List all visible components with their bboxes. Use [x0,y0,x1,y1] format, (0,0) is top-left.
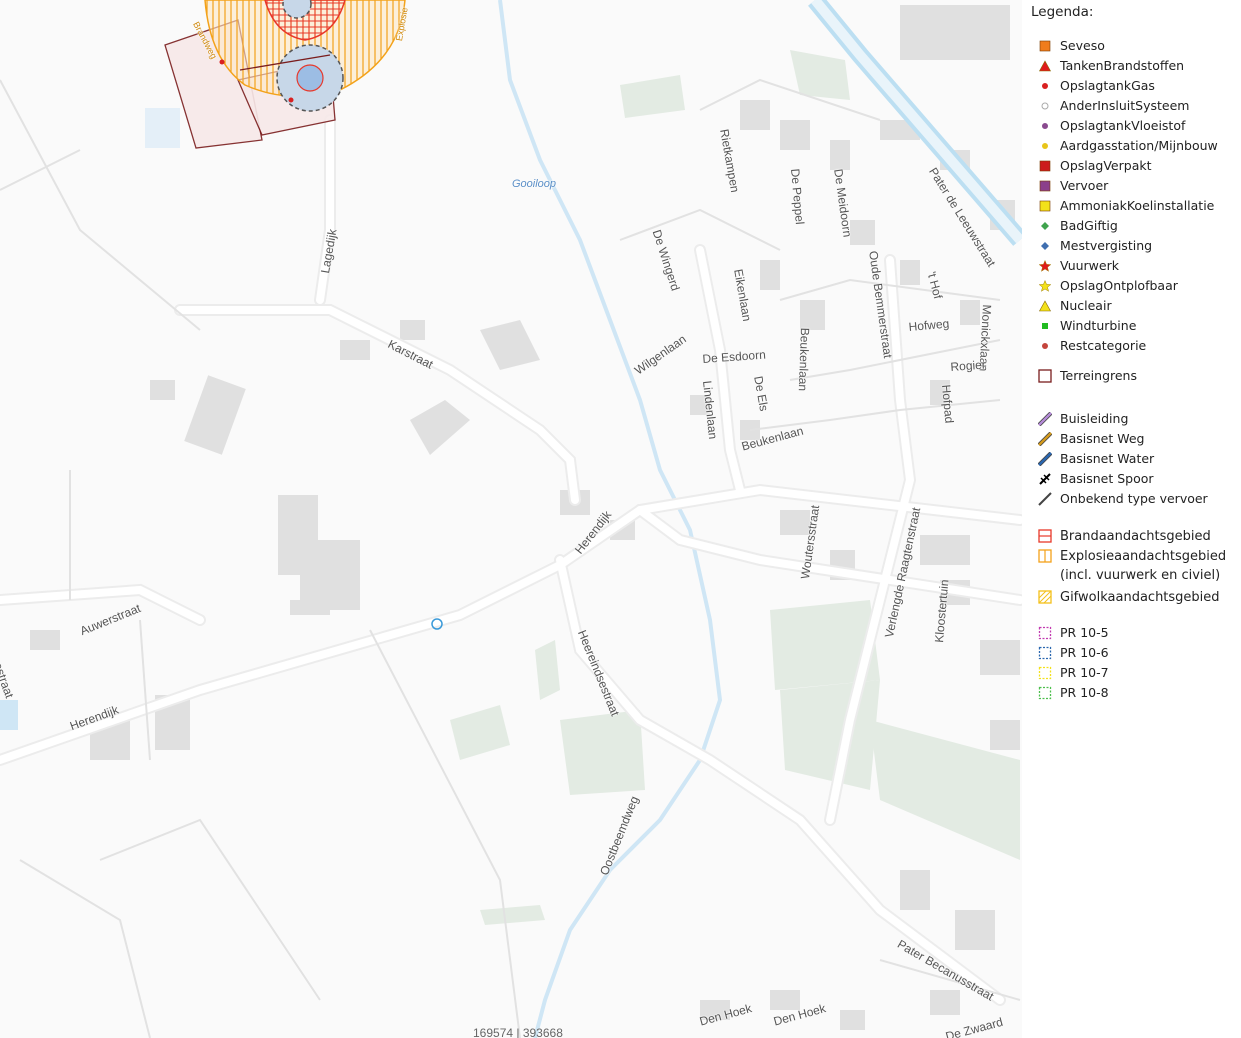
legend-sublabel: (incl. vuurwerk en civiel) [1060,568,1221,583]
legend-item-anderinsluitsysteem: AnderInsluitSysteem [1038,97,1189,115]
legend-item-badgiftig: BadGiftig [1038,217,1118,235]
pond [145,108,180,148]
legend-symbol-terreingrens-icon [1038,369,1052,383]
legend-label: Basisnet Weg [1060,431,1145,446]
legend-symbol-nucleair-icon [1038,299,1052,313]
legend-symbol-mestvergisting-icon [1038,239,1052,253]
legend-label: Windturbine [1060,318,1137,333]
street-label: Rogier [950,357,987,374]
legend-symbol-basisnet-water-icon [1038,452,1052,466]
legend-symbol-restcategorie-icon [1038,339,1052,353]
map-view[interactable]: Lagedijk Karstraat Herendijk Herendijk A… [0,0,1022,1038]
legend-item-vervoer: Vervoer [1038,177,1108,195]
legend-symbol-pr-6-icon [1038,646,1052,660]
legend-item-buisleiding: Buisleiding [1038,410,1128,428]
legend-label: Gifwolkaandachtsgebied [1060,590,1220,605]
legend-symbol-ammoniakkoelinstallatie-icon [1038,199,1052,213]
legend-label: Seveso [1060,38,1105,53]
legend-title: Legenda: [1031,4,1094,20]
legend-item-terreingrens: Terreingrens [1038,367,1137,385]
legend-symbol-basisnet-weg-icon [1038,432,1052,446]
legend-label: OpslagOntplofbaar [1060,278,1178,293]
legend-item-explosieaandachtsgebied: Explosieaandachtsgebied (incl. vuurwerk e… [1038,547,1226,585]
legend-symbol-opslagtankgas-icon [1038,79,1052,93]
legend-item-aardgasstation-mijnbouw: Aardgasstation/Mijnbouw [1038,137,1218,155]
map-base [0,0,1022,1038]
legend-label: Basisnet Water [1060,451,1155,466]
street-label: Beukenlaan [795,327,812,392]
legend-panel: Legenda: Seveso TankenBrandstoffen Opslagt… [1022,0,1241,1038]
legend-symbol-vuurwerk-icon [1038,259,1052,273]
legend-symbol-opslagtankvloeistof-icon [1038,119,1052,133]
legend-symbol-opslagontplofbaar-icon [1038,279,1052,293]
legend-label: AmmoniakKoelinstallatie [1060,198,1215,213]
legend-symbol-buisleiding-icon [1038,412,1052,426]
legend-item-pr-8: PR 10-8 [1038,684,1109,702]
legend-symbol-anderinsluitsysteem-icon [1038,99,1052,113]
legend-symbol-vervoer-icon [1038,179,1052,193]
legend-label: PR 10-8 [1060,685,1109,700]
legend-label: Mestvergisting [1060,238,1153,253]
legend-item-nucleair: Nucleair [1038,297,1112,315]
legend-item-opslagtankgas: OpslagtankGas [1038,77,1155,95]
legend-item-tankenbrandstoffen: TankenBrandstoffen [1038,57,1184,75]
legend-item-opslagtankvloeistof: OpslagtankVloeistof [1038,117,1185,135]
legend-label: Buisleiding [1060,411,1129,426]
legend-symbol-tankenbrandstoffen-icon [1038,59,1052,73]
legend-label: Basisnet Spoor [1060,471,1154,486]
legend-label: BadGiftig [1060,218,1118,233]
legend-label: Vervoer [1060,178,1109,193]
legend-item-seveso: Seveso [1038,37,1105,55]
legend-label: Vuurwerk [1060,258,1119,273]
legend-label: OpslagVerpakt [1060,158,1152,173]
buildings [30,5,1020,1030]
legend-item-pr-7: PR 10-7 [1038,664,1109,682]
legend-label: Terreingrens [1060,368,1137,383]
water-label: Gooiloop [512,178,557,190]
area-0-icon [1038,529,1052,543]
legend-label: PR 10-5 [1060,625,1109,640]
legend-symbol-badgiftig-icon [1038,219,1052,233]
legend-label: OpslagtankGas [1060,78,1155,93]
legend-symbol-pr-7-icon [1038,666,1052,680]
legend-item-basisnet-spoor: Basisnet Spoor [1038,470,1154,488]
legend-label: PR 10-6 [1060,645,1109,660]
legend-item-pr-5: PR 10-5 [1038,624,1109,642]
area-2-icon [1038,590,1052,604]
legend-label: Aardgasstation/Mijnbouw [1060,138,1218,153]
legend-label: Restcategorie [1060,338,1147,353]
legend-symbol-aardgasstation-mijnbouw-icon [1038,139,1052,153]
legend-symbol-pr-5-icon [1038,626,1052,640]
legend-label: Brandaandachtsgebied [1060,529,1211,544]
legend-item-brandaandachtsgebied: Brandaandachtsgebied [1038,527,1211,546]
area-1-icon [1038,549,1052,563]
legend-item-basisnet-weg: Basisnet Weg [1038,430,1144,448]
legend-label: PR 10-7 [1060,665,1109,680]
legend-item-vuurwerk: Vuurwerk [1038,257,1119,275]
legend-symbol-pr-8-icon [1038,686,1052,700]
legend-symbol-basisnet-spoor-icon [1038,472,1052,486]
legend-label: OpslagtankVloeistof [1060,118,1186,133]
legend-label: Explosieaandachtsgebied [1060,549,1227,564]
legend-item-opslagontplofbaar: OpslagOntplofbaar [1038,277,1178,295]
legend-item-windturbine: Windturbine [1038,317,1136,335]
legend-label: Onbekend type vervoer [1060,491,1208,506]
legend-item-gifwolkaandachtsgebied: Gifwolkaandachtsgebied [1038,588,1220,607]
legend-item-basisnet-water: Basisnet Water [1038,450,1154,468]
legend-item-onbekend-type-vervoer: Onbekend type vervoer [1038,490,1208,508]
legend-symbol-windturbine-icon [1038,319,1052,333]
legend-item-mestvergisting: Mestvergisting [1038,237,1152,255]
legend-symbol-seveso-icon [1038,39,1052,53]
legend-label: AnderInsluitSysteem [1060,98,1190,113]
legend-label: TankenBrandstoffen [1060,58,1185,73]
coordinate-readout: 169574 | 393668 [473,1026,563,1038]
legend-item-opslagverpakt: OpslagVerpakt [1038,157,1152,175]
legend-item-restcategorie: Restcategorie [1038,337,1146,355]
legend-label: Nucleair [1060,298,1112,313]
legend-symbol-onbekend-type-vervoer-icon [1038,492,1052,506]
legend-item-ammoniakkoelinstallatie: AmmoniakKoelinstallatie [1038,197,1214,215]
legend-item-pr-6: PR 10-6 [1038,644,1109,662]
legend-symbol-opslagverpakt-icon [1038,159,1052,173]
